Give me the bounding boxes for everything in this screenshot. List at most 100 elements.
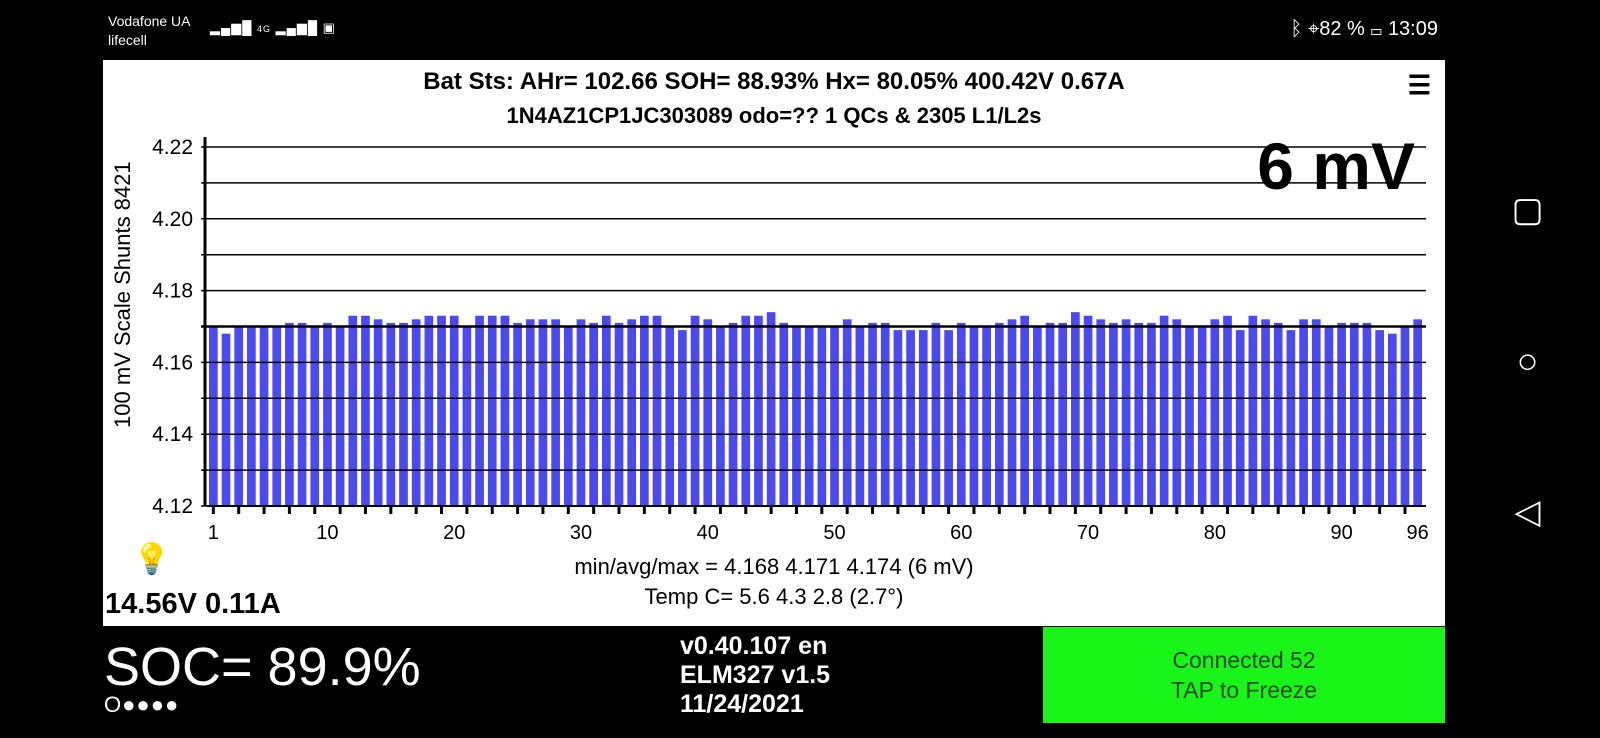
bar: [868, 322, 877, 506]
bar: [842, 319, 852, 506]
connected-label: Connected 52: [1172, 647, 1316, 673]
battery-icon: ▭: [1370, 18, 1383, 40]
status-bar: Vodafone UA lifecell ▂▄▆█ 4G ▂▄▆█ ▣ ᛒ ⌖82…: [0, 0, 1460, 60]
bar: [1172, 319, 1182, 506]
signal-icon: ▂▄▆█ 4G ▂▄▆█ ▣: [210, 20, 336, 35]
lightbulb-icon[interactable]: 💡: [133, 542, 170, 577]
connection-button[interactable]: Connected 52 TAP to Freeze: [1043, 627, 1445, 723]
bar: [1387, 333, 1397, 506]
bar: [1413, 319, 1422, 506]
bar: [348, 315, 358, 506]
home-icon[interactable]: ○: [1500, 340, 1555, 382]
bar: [779, 322, 789, 506]
back-icon[interactable]: ◁: [1500, 492, 1555, 532]
bar: [221, 333, 231, 506]
bar: [944, 330, 953, 506]
bar: [817, 326, 827, 506]
bar: [830, 326, 839, 506]
bar: [1007, 319, 1017, 506]
bar: [627, 319, 637, 506]
bar: [880, 322, 890, 506]
temperature: Temp C= 5.6 4.3 2.8 (2.7°): [644, 584, 904, 609]
bar: [1273, 322, 1283, 506]
bar: [399, 322, 408, 506]
elm-version: ELM327 v1.5: [680, 661, 831, 689]
bar: [855, 326, 865, 506]
status-right: ᛒ ⌖82 % ▭ 13:09: [1290, 18, 1438, 41]
bar: [893, 330, 903, 506]
location-icon: ⌖: [1307, 18, 1320, 40]
carrier-1: Vodafone UA: [108, 13, 191, 29]
bar: [589, 322, 598, 506]
bar: [576, 319, 586, 506]
x-tick-label: 50: [823, 522, 845, 544]
recent-apps-icon[interactable]: ▢: [1500, 190, 1555, 230]
cell-voltage-chart: 4.12 4.14 4.16 4.18 4.20 4.22 1 10 20 30 40 50 60 70 8…: [152, 136, 1429, 544]
bar: [462, 326, 472, 506]
bar: [1362, 322, 1372, 506]
x-tick-label: 10: [316, 522, 338, 544]
bar: [741, 315, 751, 506]
bar: [754, 315, 763, 506]
main-panel[interactable]: Bat Sts: AHr= 102.66 SOH= 88.93% Hx= 80.…: [103, 60, 1445, 626]
y-tick-label: 4.16: [152, 351, 193, 374]
bar: [500, 315, 510, 506]
bar: [513, 322, 522, 506]
bar: [1349, 322, 1359, 506]
bar: [640, 315, 649, 506]
bar: [234, 326, 244, 506]
bar: [1147, 322, 1156, 506]
aux-voltage: 14.56V 0.11A: [105, 588, 281, 620]
date: 11/24/2021: [680, 690, 804, 718]
bar: [310, 326, 320, 506]
bar: [1071, 312, 1080, 506]
bar: [475, 315, 484, 506]
bar: [361, 315, 370, 506]
y-tick-label: 4.22: [152, 136, 193, 159]
bar: [690, 315, 700, 506]
bar: [335, 326, 345, 506]
bar: [1286, 330, 1296, 506]
x-tick-label: 40: [697, 522, 719, 544]
bar: [1248, 315, 1258, 506]
bar: [956, 322, 966, 506]
bar: [1045, 322, 1055, 506]
bar: [386, 322, 396, 506]
bar: [678, 330, 687, 506]
x-tick-label: 80: [1204, 522, 1226, 544]
bar: [652, 315, 662, 506]
app-version: v0.40.107 en: [680, 632, 828, 660]
bar: [982, 326, 991, 506]
bar: [1299, 319, 1308, 506]
bar: [614, 322, 624, 506]
bar: [994, 322, 1004, 506]
battery-level: 82 %: [1319, 18, 1365, 40]
bar: [1337, 322, 1346, 506]
x-tick-label: 70: [1077, 522, 1099, 544]
bar: [449, 315, 459, 506]
bar: [209, 326, 218, 506]
bar: [1261, 319, 1270, 506]
bar: [931, 322, 941, 506]
bar: [1109, 322, 1118, 506]
bar: [1096, 319, 1106, 506]
bar: [437, 315, 446, 506]
x-tick-label: 1: [208, 522, 219, 544]
bar: [1134, 322, 1144, 506]
y-tick-label: 4.14: [152, 423, 193, 446]
bar: [665, 326, 675, 506]
bar: [487, 315, 497, 506]
bar: [1400, 326, 1410, 506]
y-tick-label: 4.12: [152, 495, 193, 518]
bar: [703, 319, 713, 506]
bar: [373, 319, 383, 506]
clock: 13:09: [1387, 18, 1438, 40]
bar: [1121, 319, 1131, 506]
bar: [1033, 326, 1042, 506]
bar: [323, 322, 332, 506]
bar: [297, 322, 307, 506]
bar: [766, 312, 776, 506]
y-axis-label: 100 mV Scale Shunts 8421: [110, 161, 135, 428]
x-tick-label: 60: [950, 522, 972, 544]
bar: [1058, 322, 1068, 506]
